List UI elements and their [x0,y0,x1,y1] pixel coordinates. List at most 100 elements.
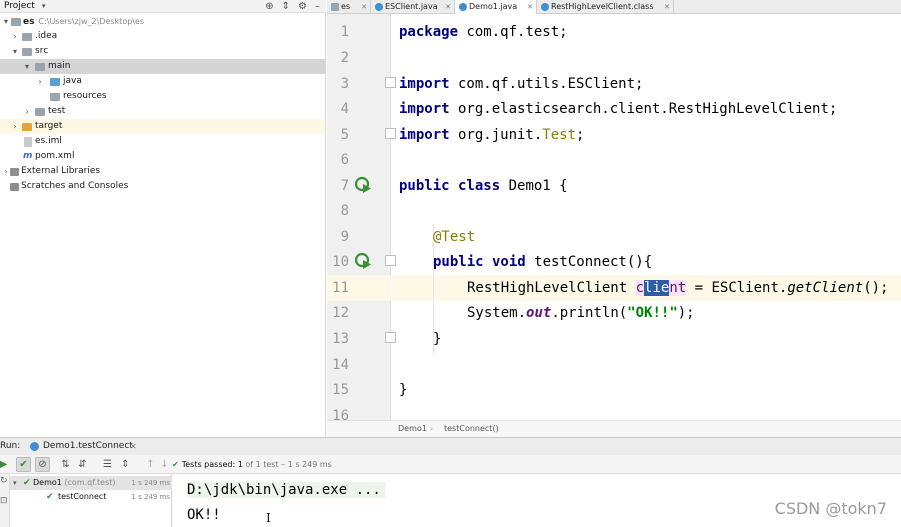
line-number: 8 [340,203,349,219]
chevron-down-icon[interactable]: ▾ [42,0,46,13]
close-icon[interactable]: ✕ [130,438,137,455]
collapse-all-icon[interactable]: ⇕ [282,0,290,13]
rerun-failed-icon[interactable]: ↻ [0,476,8,486]
tree-item-es-iml[interactable]: es.iml [0,134,325,149]
close-icon[interactable]: ✕ [664,0,670,14]
tree-item-path: C:\Users\zjw_2\Desktop\es [38,17,145,26]
hide-icon[interactable]: – [315,0,320,13]
fold-icon[interactable] [385,77,396,88]
code-line-5: import org.junit.Test; [399,122,584,148]
tree-item-src[interactable]: ▾ src [0,44,325,59]
tree-item-label: java [63,76,82,86]
code-line-9: @Test [433,224,475,250]
tree-item-test[interactable]: › test [0,104,325,119]
tree-item-label: test [48,106,66,116]
tab-es[interactable]: es ✕ [327,0,371,14]
expand-all-icon[interactable]: ☰ [100,457,115,472]
sort-alpha-icon[interactable]: ⇅ [58,457,73,472]
arrow-up-icon[interactable]: ↑ [143,457,158,472]
module-icon [331,3,339,11]
test-row[interactable]: ▾ ✔ Demo1 (com.qf.test) 1 s 249 ms [10,476,172,490]
breadcrumb-separator: › [430,424,434,433]
test-method-label: testConnect [58,492,107,501]
tab-esclient-java[interactable]: ESClient.java ✕ [371,0,455,14]
chevron-down-icon[interactable]: ▾ [1,14,11,29]
fold-icon[interactable] [385,128,396,139]
maven-icon: m [23,151,33,161]
tree-item-resources[interactable]: resources [0,89,325,104]
run-label: Run: [0,441,21,451]
test-results-tree: ▾ ✔ Demo1 (com.qf.test) 1 s 249 ms ✔ tes… [10,474,172,527]
rerun-icon[interactable]: ▶ [0,457,11,472]
locate-icon[interactable]: ⊕ [265,0,273,13]
test-row[interactable]: ✔ testConnect 1 s 249 ms [10,490,172,504]
excluded-folder-icon [22,123,32,131]
run-toolbar: ▶ ✔ ⊘ ⇅ ⇵ ☰ ⇕ ↑ ↓ ✔ Tests passed: 1 of 1 … [0,455,901,474]
line-number: 14 [332,357,349,373]
breadcrumb-item-class[interactable]: Demo1 [398,421,427,437]
tab-demo1-java[interactable]: Demo1.java ✕ [455,0,537,14]
chevron-down-icon[interactable]: ▾ [10,44,20,59]
tree-item-scratches[interactable]: Scratches and Consoles [0,179,325,194]
chevron-down-icon[interactable]: ▾ [22,59,32,74]
gear-icon[interactable]: ⚙ [298,0,307,13]
tree-item-external-libraries[interactable]: › External Libraries [0,164,325,179]
keyword: import [399,127,450,143]
line-number: 10 [332,254,349,270]
line-number: 6 [340,152,349,168]
tree-item-label: main [48,61,71,71]
test-class-label: Demo1 [33,478,62,487]
java-class-icon [459,3,467,11]
sort-duration-icon[interactable]: ⇵ [75,457,90,472]
tree-item-label: External Libraries [21,166,101,176]
library-icon [10,168,19,176]
code-text: } [399,382,408,398]
project-panel-header: Project ▾ ⊕ ⇕ ⚙ – [0,0,326,13]
keyword: public void [433,254,526,270]
folder-icon [22,33,32,41]
close-icon[interactable]: ✕ [445,0,451,14]
tab-label: Demo1.java [469,2,518,11]
console-command: D:\jdk\bin\java.exe ... [187,482,385,498]
tree-item-label: .idea [35,31,58,41]
breadcrumb-item-method[interactable]: testConnect() [444,421,499,437]
show-ignored-icon[interactable]: ⊘ [35,457,50,472]
chevron-right-icon[interactable]: › [22,104,32,119]
tree-item-label: target [35,121,63,131]
tree-item-label: Scratches and Consoles [21,181,129,191]
tree-item-target[interactable]: › target [0,119,325,134]
tree-item-pom[interactable]: m pom.xml [0,149,325,164]
close-icon[interactable]: ✕ [527,0,533,14]
run-tab-label[interactable]: Demo1.testConnect [43,438,133,455]
chevron-down-icon[interactable]: ▾ [13,476,17,490]
variable-highlight: nt [669,280,687,296]
chevron-right-icon[interactable]: › [10,119,20,134]
run-panel-header: Run: Demo1.testConnect ✕ [0,437,901,455]
tree-item-idea[interactable]: › .idea [0,29,325,44]
tree-item-java[interactable]: › java [0,74,325,89]
code-editor[interactable]: 1 2 3 4 5 6 7 8 9 10 11 12 13 14 15 16 p… [327,14,901,420]
code-line-12: System.out.println("OK!!"); [467,300,695,326]
tree-item-es[interactable]: ▾ es C:\Users\zjw_2\Desktop\es [0,14,325,29]
collapse-all-icon[interactable]: ⇕ [118,457,133,472]
run-test-icon[interactable] [354,252,372,270]
folder-icon [35,108,45,116]
chevron-right-icon[interactable]: › [35,74,45,89]
tab-resthighlevelclient-class[interactable]: RestHighLevelClient.class ✕ [537,0,674,14]
fold-icon[interactable] [385,255,396,266]
tree-item-label: es.iml [35,136,62,146]
pin-icon[interactable]: ⊡ [0,496,8,506]
arrow-down-icon[interactable]: ↓ [157,457,172,472]
project-view-selector[interactable]: Project [4,0,35,13]
code-text: ; [576,127,585,143]
run-test-icon[interactable] [354,176,372,194]
close-icon[interactable]: ✕ [361,0,367,14]
test-duration: 1 s 249 ms [131,479,170,487]
fold-icon[interactable] [385,332,396,343]
tree-item-label: es [23,17,35,27]
show-passed-icon[interactable]: ✔ [16,457,31,472]
tree-item-main[interactable]: ▾ main [0,59,325,74]
chevron-right-icon[interactable]: › [10,29,20,44]
annotation: @Test [433,229,476,245]
line-number: 9 [340,229,349,245]
